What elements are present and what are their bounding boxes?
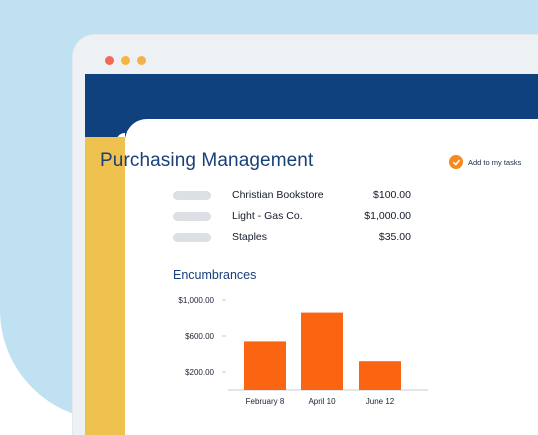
- add-to-tasks-label: Add to my tasks: [468, 157, 522, 167]
- checkmark-icon: [449, 155, 463, 169]
- bar-june-12[interactable]: [359, 361, 401, 390]
- vendor-name: Light - Gas Co.: [232, 210, 303, 222]
- purchase-amount: $35.00: [378, 231, 411, 243]
- vendor-name: Christian Bookstore: [232, 189, 324, 201]
- placeholder-pill: [173, 233, 211, 242]
- purchase-row[interactable]: Light - Gas Co. $1,000.00: [173, 210, 413, 224]
- y-tick-label: $1,000.00: [178, 296, 214, 305]
- window-left-border: [73, 74, 85, 435]
- x-tick-label: June 12: [366, 397, 395, 406]
- page-title: Purchasing Management: [100, 150, 314, 171]
- purchase-row[interactable]: Christian Bookstore $100.00: [173, 189, 413, 203]
- x-tick-label: February 8: [246, 397, 285, 406]
- add-to-tasks-button[interactable]: Add to my tasks: [449, 154, 521, 170]
- maximize-window-button[interactable]: [137, 56, 146, 65]
- encumbrances-title: Encumbrances: [173, 268, 257, 282]
- placeholder-pill: [173, 191, 211, 200]
- close-window-button[interactable]: [105, 56, 114, 65]
- bar-february-8[interactable]: [244, 341, 286, 390]
- purchase-amount: $1,000.00: [364, 210, 411, 222]
- vendor-name: Staples: [232, 231, 268, 243]
- window-titlebar: [73, 35, 538, 74]
- y-tick-label: $200.00: [185, 368, 214, 377]
- bar-april-10[interactable]: [301, 312, 343, 390]
- x-tick-label: April 10: [308, 397, 336, 406]
- minimize-window-button[interactable]: [121, 56, 130, 65]
- purchase-row[interactable]: Staples $35.00: [173, 231, 413, 245]
- y-tick-label: $600.00: [185, 332, 214, 341]
- encumbrances-bar-chart: $1,000.00 $600.00 $200.00 February 8 April 1…: [178, 296, 428, 406]
- placeholder-pill: [173, 212, 211, 221]
- purchase-amount: $100.00: [373, 189, 411, 201]
